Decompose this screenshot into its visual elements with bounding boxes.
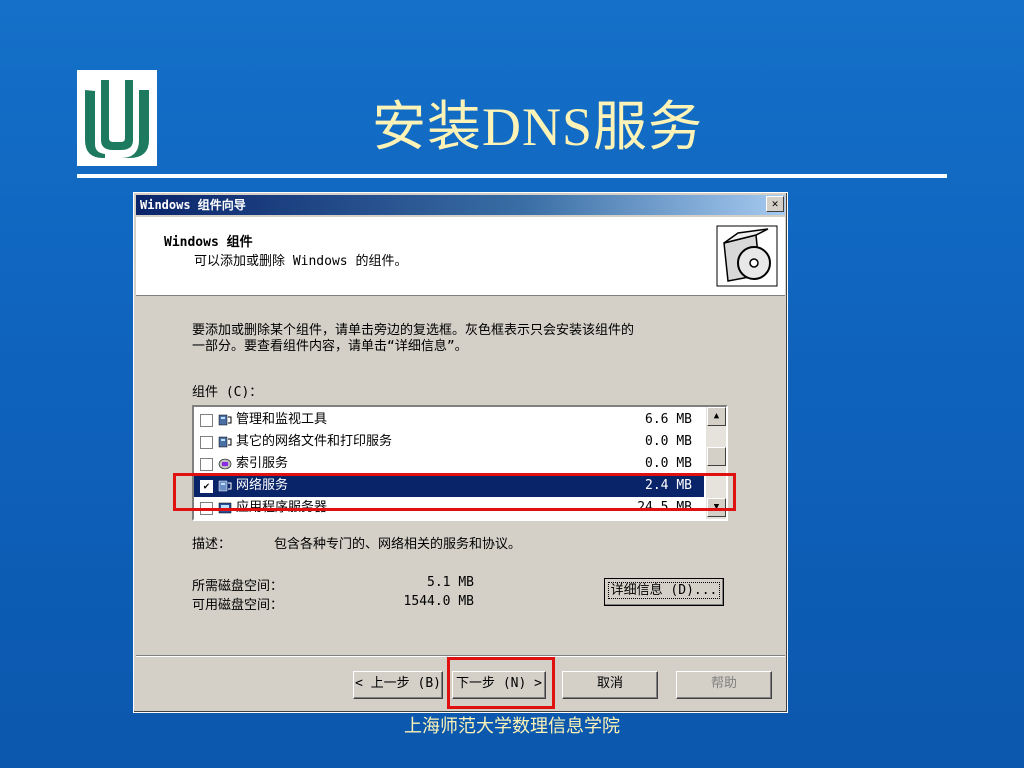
list-item[interactable]: 索引服务 0.0 MB <box>194 453 704 475</box>
cancel-button[interactable]: 取消 <box>562 671 658 699</box>
details-button-label: 详细信息 (D)... <box>607 582 721 599</box>
instruction-line-1: 要添加或删除某个组件，请单击旁边的复选框。灰色框表示只会安装该组件的 <box>192 323 635 338</box>
header-subtitle: 可以添加或删除 Windows 的组件。 <box>194 254 408 269</box>
component-name: 管理和监视工具 <box>236 412 328 427</box>
close-button[interactable]: ✕ <box>766 196 784 212</box>
title-divider <box>77 174 947 178</box>
list-item[interactable]: 其它的网络文件和打印服务 0.0 MB <box>194 431 704 453</box>
close-icon: ✕ <box>771 197 779 210</box>
help-button[interactable]: 帮助 <box>676 671 772 699</box>
wizard-header: Windows 组件 可以添加或删除 Windows 的组件。 <box>136 217 785 296</box>
list-item[interactable]: 管理和监视工具 6.6 MB <box>194 409 704 431</box>
disk-available-value: 1544.0 MB <box>403 594 474 609</box>
components-label: 组件 (C)： <box>192 385 263 400</box>
scroll-thumb[interactable] <box>707 447 726 466</box>
university-logo-icon <box>85 80 149 158</box>
description-text: 包含各种专门的、网络相关的服务和协议。 <box>274 537 522 552</box>
slide-title: 安装DNS服务 <box>372 97 704 157</box>
index-icon <box>218 458 232 470</box>
arrow-up-icon: ▲ <box>713 411 720 421</box>
network-print-icon <box>218 436 232 448</box>
checkbox[interactable] <box>200 458 213 471</box>
annotation-highlight-network-services <box>173 473 736 511</box>
scroll-up-button[interactable]: ▲ <box>707 407 726 426</box>
component-name: 其它的网络文件和打印服务 <box>236 434 393 449</box>
description-label: 描述： <box>192 537 232 552</box>
checkbox[interactable] <box>200 436 213 449</box>
annotation-highlight-next <box>447 657 555 709</box>
component-size: 6.6 MB <box>645 412 692 427</box>
instruction-text: 要添加或删除某个组件，请单击旁边的复选框。灰色框表示只会安装该组件的 一部分。要… <box>192 323 752 355</box>
logo <box>77 70 157 166</box>
component-name: 索引服务 <box>236 456 289 471</box>
disk-required-label: 所需磁盘空间： <box>192 579 284 594</box>
disk-available-label: 可用磁盘空间： <box>192 598 284 613</box>
back-button[interactable]: < 上一步 (B) <box>353 671 443 699</box>
checkbox[interactable] <box>200 414 213 427</box>
window-titlebar: Windows 组件向导 <box>136 195 785 215</box>
details-button[interactable]: 详细信息 (D)... <box>604 578 724 606</box>
tools-icon <box>218 414 232 426</box>
slide-footer: 上海师范大学数理信息学院 <box>404 716 620 737</box>
component-size: 0.0 MB <box>645 456 692 471</box>
windows-components-wizard: Windows 组件向导 ✕ Windows 组件 可以添加或删除 Window… <box>133 192 788 713</box>
disk-required-value: 5.1 MB <box>427 575 474 590</box>
component-size: 0.0 MB <box>645 434 692 449</box>
window-title: Windows 组件向导 <box>140 198 246 212</box>
header-title: Windows 组件 <box>164 235 253 250</box>
instruction-line-2: 一部分。要查看组件内容，请单击“详细信息”。 <box>192 339 468 354</box>
cd-box-icon <box>716 225 778 287</box>
